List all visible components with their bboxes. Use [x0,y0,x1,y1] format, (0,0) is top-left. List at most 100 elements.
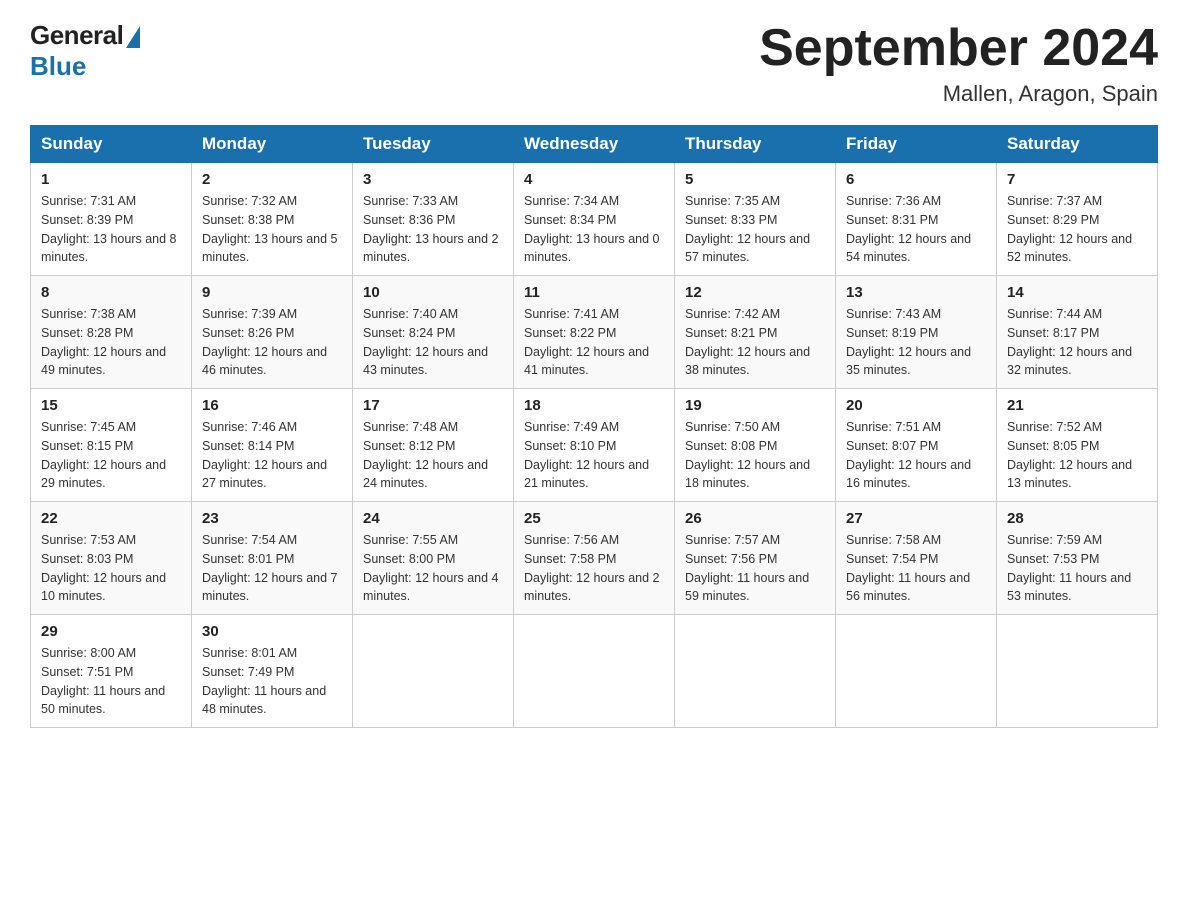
day-info: Sunrise: 7:42 AMSunset: 8:21 PMDaylight:… [685,307,810,377]
table-row [997,615,1158,728]
day-number: 17 [363,397,503,414]
day-number: 13 [846,284,986,301]
table-row [675,615,836,728]
location-title: Mallen, Aragon, Spain [759,81,1158,107]
table-row [836,615,997,728]
day-info: Sunrise: 7:34 AMSunset: 8:34 PMDaylight:… [524,194,660,264]
day-number: 14 [1007,284,1147,301]
day-number: 20 [846,397,986,414]
day-info: Sunrise: 7:33 AMSunset: 8:36 PMDaylight:… [363,194,499,264]
table-row: 6 Sunrise: 7:36 AMSunset: 8:31 PMDayligh… [836,163,997,276]
day-info: Sunrise: 7:55 AMSunset: 8:00 PMDaylight:… [363,533,499,603]
day-info: Sunrise: 7:48 AMSunset: 8:12 PMDaylight:… [363,420,488,490]
header-sunday: Sunday [31,126,192,163]
table-row: 17 Sunrise: 7:48 AMSunset: 8:12 PMDaylig… [353,389,514,502]
day-number: 6 [846,171,986,188]
day-info: Sunrise: 7:35 AMSunset: 8:33 PMDaylight:… [685,194,810,264]
day-number: 22 [41,510,181,527]
day-info: Sunrise: 7:36 AMSunset: 8:31 PMDaylight:… [846,194,971,264]
table-row: 18 Sunrise: 7:49 AMSunset: 8:10 PMDaylig… [514,389,675,502]
day-number: 8 [41,284,181,301]
day-info: Sunrise: 8:01 AMSunset: 7:49 PMDaylight:… [202,646,326,716]
table-row: 19 Sunrise: 7:50 AMSunset: 8:08 PMDaylig… [675,389,836,502]
table-row: 10 Sunrise: 7:40 AMSunset: 8:24 PMDaylig… [353,276,514,389]
day-number: 5 [685,171,825,188]
table-row: 8 Sunrise: 7:38 AMSunset: 8:28 PMDayligh… [31,276,192,389]
logo: General Blue [30,20,140,82]
day-number: 9 [202,284,342,301]
table-row [353,615,514,728]
logo-triangle-icon [126,26,140,48]
table-row: 13 Sunrise: 7:43 AMSunset: 8:19 PMDaylig… [836,276,997,389]
table-row: 22 Sunrise: 7:53 AMSunset: 8:03 PMDaylig… [31,502,192,615]
day-info: Sunrise: 8:00 AMSunset: 7:51 PMDaylight:… [41,646,165,716]
day-number: 12 [685,284,825,301]
day-info: Sunrise: 7:49 AMSunset: 8:10 PMDaylight:… [524,420,649,490]
day-number: 1 [41,171,181,188]
table-row: 21 Sunrise: 7:52 AMSunset: 8:05 PMDaylig… [997,389,1158,502]
day-number: 21 [1007,397,1147,414]
table-row: 28 Sunrise: 7:59 AMSunset: 7:53 PMDaylig… [997,502,1158,615]
calendar-week-row: 22 Sunrise: 7:53 AMSunset: 8:03 PMDaylig… [31,502,1158,615]
day-number: 15 [41,397,181,414]
header-wednesday: Wednesday [514,126,675,163]
day-info: Sunrise: 7:39 AMSunset: 8:26 PMDaylight:… [202,307,327,377]
day-info: Sunrise: 7:57 AMSunset: 7:56 PMDaylight:… [685,533,809,603]
day-info: Sunrise: 7:56 AMSunset: 7:58 PMDaylight:… [524,533,660,603]
day-info: Sunrise: 7:41 AMSunset: 8:22 PMDaylight:… [524,307,649,377]
table-row: 25 Sunrise: 7:56 AMSunset: 7:58 PMDaylig… [514,502,675,615]
calendar-week-row: 15 Sunrise: 7:45 AMSunset: 8:15 PMDaylig… [31,389,1158,502]
day-info: Sunrise: 7:52 AMSunset: 8:05 PMDaylight:… [1007,420,1132,490]
table-row: 5 Sunrise: 7:35 AMSunset: 8:33 PMDayligh… [675,163,836,276]
logo-blue-text: Blue [30,51,86,82]
table-row [514,615,675,728]
table-row: 23 Sunrise: 7:54 AMSunset: 8:01 PMDaylig… [192,502,353,615]
day-info: Sunrise: 7:54 AMSunset: 8:01 PMDaylight:… [202,533,338,603]
day-number: 26 [685,510,825,527]
page-header: General Blue September 2024 Mallen, Arag… [30,20,1158,107]
day-number: 23 [202,510,342,527]
table-row: 15 Sunrise: 7:45 AMSunset: 8:15 PMDaylig… [31,389,192,502]
table-row: 29 Sunrise: 8:00 AMSunset: 7:51 PMDaylig… [31,615,192,728]
table-row: 27 Sunrise: 7:58 AMSunset: 7:54 PMDaylig… [836,502,997,615]
day-number: 11 [524,284,664,301]
day-number: 19 [685,397,825,414]
header-tuesday: Tuesday [353,126,514,163]
calendar-week-row: 29 Sunrise: 8:00 AMSunset: 7:51 PMDaylig… [31,615,1158,728]
table-row: 11 Sunrise: 7:41 AMSunset: 8:22 PMDaylig… [514,276,675,389]
table-row: 30 Sunrise: 8:01 AMSunset: 7:49 PMDaylig… [192,615,353,728]
logo-general-text: General [30,20,123,51]
table-row: 3 Sunrise: 7:33 AMSunset: 8:36 PMDayligh… [353,163,514,276]
month-title: September 2024 [759,20,1158,77]
day-number: 3 [363,171,503,188]
table-row: 14 Sunrise: 7:44 AMSunset: 8:17 PMDaylig… [997,276,1158,389]
header-thursday: Thursday [675,126,836,163]
day-number: 2 [202,171,342,188]
day-info: Sunrise: 7:43 AMSunset: 8:19 PMDaylight:… [846,307,971,377]
day-number: 7 [1007,171,1147,188]
header-monday: Monday [192,126,353,163]
table-row: 9 Sunrise: 7:39 AMSunset: 8:26 PMDayligh… [192,276,353,389]
calendar-table: Sunday Monday Tuesday Wednesday Thursday… [30,125,1158,728]
day-number: 30 [202,623,342,640]
header-friday: Friday [836,126,997,163]
day-number: 18 [524,397,664,414]
table-row: 12 Sunrise: 7:42 AMSunset: 8:21 PMDaylig… [675,276,836,389]
day-info: Sunrise: 7:58 AMSunset: 7:54 PMDaylight:… [846,533,970,603]
day-number: 27 [846,510,986,527]
day-number: 16 [202,397,342,414]
header-saturday: Saturday [997,126,1158,163]
day-info: Sunrise: 7:45 AMSunset: 8:15 PMDaylight:… [41,420,166,490]
day-info: Sunrise: 7:31 AMSunset: 8:39 PMDaylight:… [41,194,177,264]
day-info: Sunrise: 7:38 AMSunset: 8:28 PMDaylight:… [41,307,166,377]
table-row: 24 Sunrise: 7:55 AMSunset: 8:00 PMDaylig… [353,502,514,615]
table-row: 16 Sunrise: 7:46 AMSunset: 8:14 PMDaylig… [192,389,353,502]
table-row: 26 Sunrise: 7:57 AMSunset: 7:56 PMDaylig… [675,502,836,615]
day-number: 10 [363,284,503,301]
table-row: 4 Sunrise: 7:34 AMSunset: 8:34 PMDayligh… [514,163,675,276]
table-row: 7 Sunrise: 7:37 AMSunset: 8:29 PMDayligh… [997,163,1158,276]
day-info: Sunrise: 7:50 AMSunset: 8:08 PMDaylight:… [685,420,810,490]
day-info: Sunrise: 7:46 AMSunset: 8:14 PMDaylight:… [202,420,327,490]
table-row: 2 Sunrise: 7:32 AMSunset: 8:38 PMDayligh… [192,163,353,276]
day-info: Sunrise: 7:44 AMSunset: 8:17 PMDaylight:… [1007,307,1132,377]
